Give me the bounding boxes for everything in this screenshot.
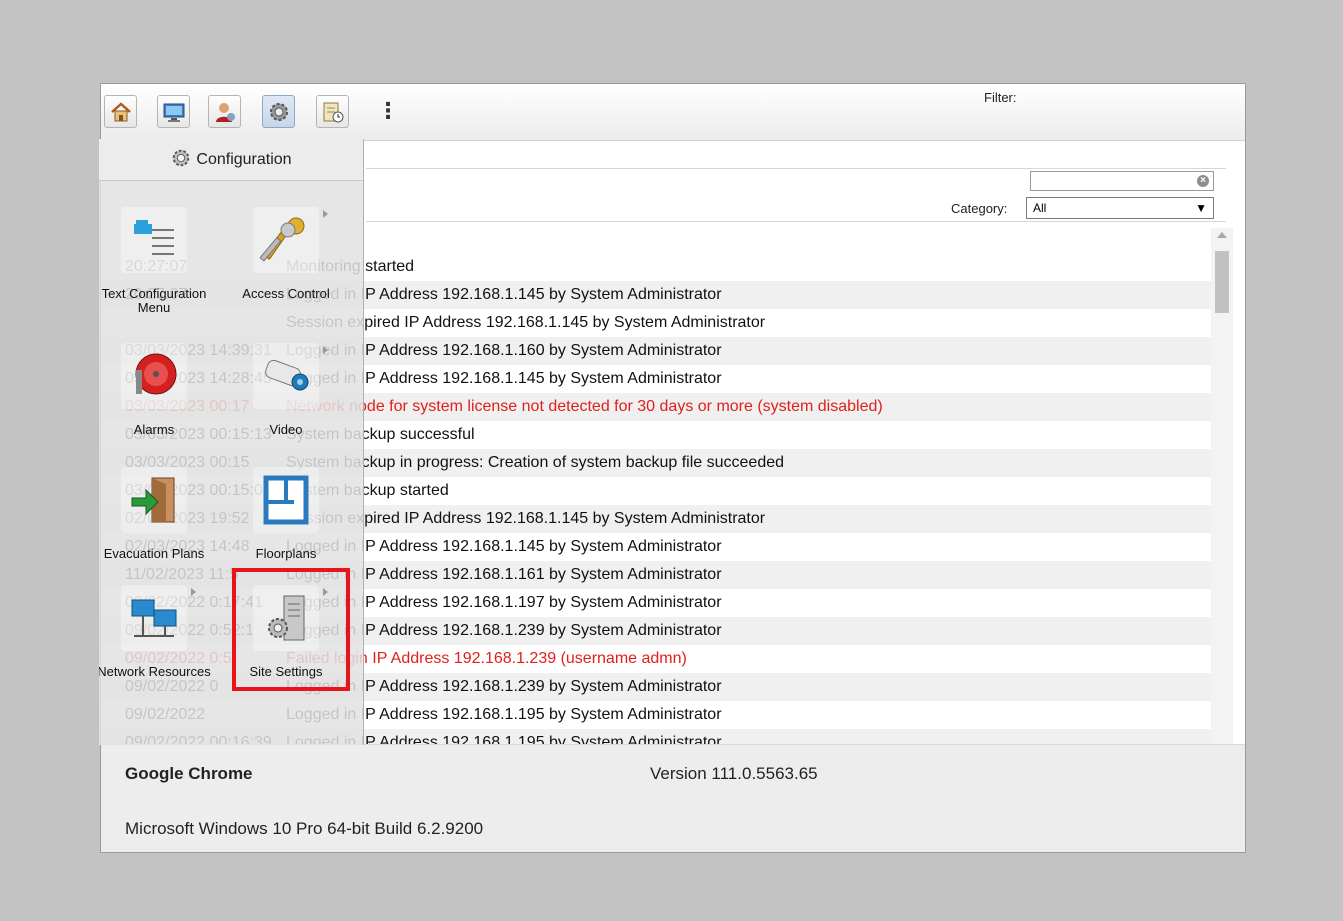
site-settings-highlight (232, 568, 350, 691)
tile-label: Text Configuration Menu (101, 286, 207, 315)
filter-label: Filter: (984, 90, 1017, 105)
system-info-footer: Google Chrome Version 111.0.5563.65 Micr… (101, 744, 1245, 852)
users-button[interactable] (208, 95, 241, 128)
configuration-menu-title: Configuration (196, 151, 292, 168)
tile-label: Alarms (133, 422, 175, 437)
home-icon (111, 102, 131, 122)
gear-icon (270, 103, 288, 121)
tile-access-control[interactable]: Access Control (231, 207, 341, 327)
log-header-divider (366, 168, 1226, 169)
tile-evacuation-plans[interactable]: Evacuation Plans (99, 467, 209, 587)
log-message: Network node for system license not dete… (286, 398, 883, 415)
submenu-arrow-icon (323, 210, 328, 218)
submenu-arrow-icon (323, 346, 328, 354)
category-value: All (1033, 201, 1047, 215)
category-label: Category: (951, 201, 1008, 216)
exit-door-icon (131, 477, 175, 523)
tile-video[interactable]: Video (231, 343, 341, 463)
gear-icon (173, 150, 190, 167)
filter-input[interactable]: × (1030, 171, 1214, 191)
reports-button[interactable] (316, 95, 349, 128)
more-options-icon[interactable]: ⋮ (377, 100, 399, 122)
scroll-up-arrow-icon[interactable] (1217, 232, 1227, 238)
report-clock-icon (323, 102, 344, 123)
category-select[interactable]: All ▼ (1026, 197, 1214, 219)
tile-label: Video (269, 422, 303, 437)
clear-filter-icon[interactable]: × (1197, 175, 1209, 187)
user-icon (216, 103, 235, 122)
floorplan-icon (263, 475, 309, 525)
main-toolbar: ⋮ (101, 84, 1245, 141)
browser-version: Version 111.0.5563.65 (650, 764, 818, 783)
tile-label: Floorplans (255, 546, 317, 561)
configuration-button[interactable] (262, 95, 295, 128)
tile-label: Access Control (242, 286, 330, 301)
tile-label: Network Resources (99, 664, 211, 679)
log-header-divider (366, 221, 1226, 222)
monitor-icon (163, 103, 185, 122)
camera-icon (265, 359, 309, 391)
tile-label: Evacuation Plans (103, 546, 205, 561)
alarm-bell-icon (135, 353, 177, 395)
monitor-button[interactable] (157, 95, 190, 128)
keys-icon (259, 217, 305, 262)
home-button[interactable] (104, 95, 137, 128)
configuration-menu-header: Configuration (99, 139, 363, 181)
tile-text-configuration-menu[interactable]: Text Configuration Menu (99, 207, 209, 327)
scroll-thumb[interactable] (1215, 251, 1229, 313)
chevron-down-icon: ▼ (1195, 201, 1207, 215)
tile-network-resources[interactable]: Network Resources (99, 585, 211, 705)
submenu-arrow-icon (191, 588, 196, 596)
os-info: Microsoft Windows 10 Pro 64-bit Build 6.… (125, 819, 484, 838)
tile-alarms[interactable]: Alarms (99, 343, 209, 463)
browser-name: Google Chrome (125, 764, 253, 783)
network-icon (131, 599, 177, 637)
log-scrollbar[interactable] (1211, 228, 1233, 744)
text-menu-icon (134, 220, 174, 255)
